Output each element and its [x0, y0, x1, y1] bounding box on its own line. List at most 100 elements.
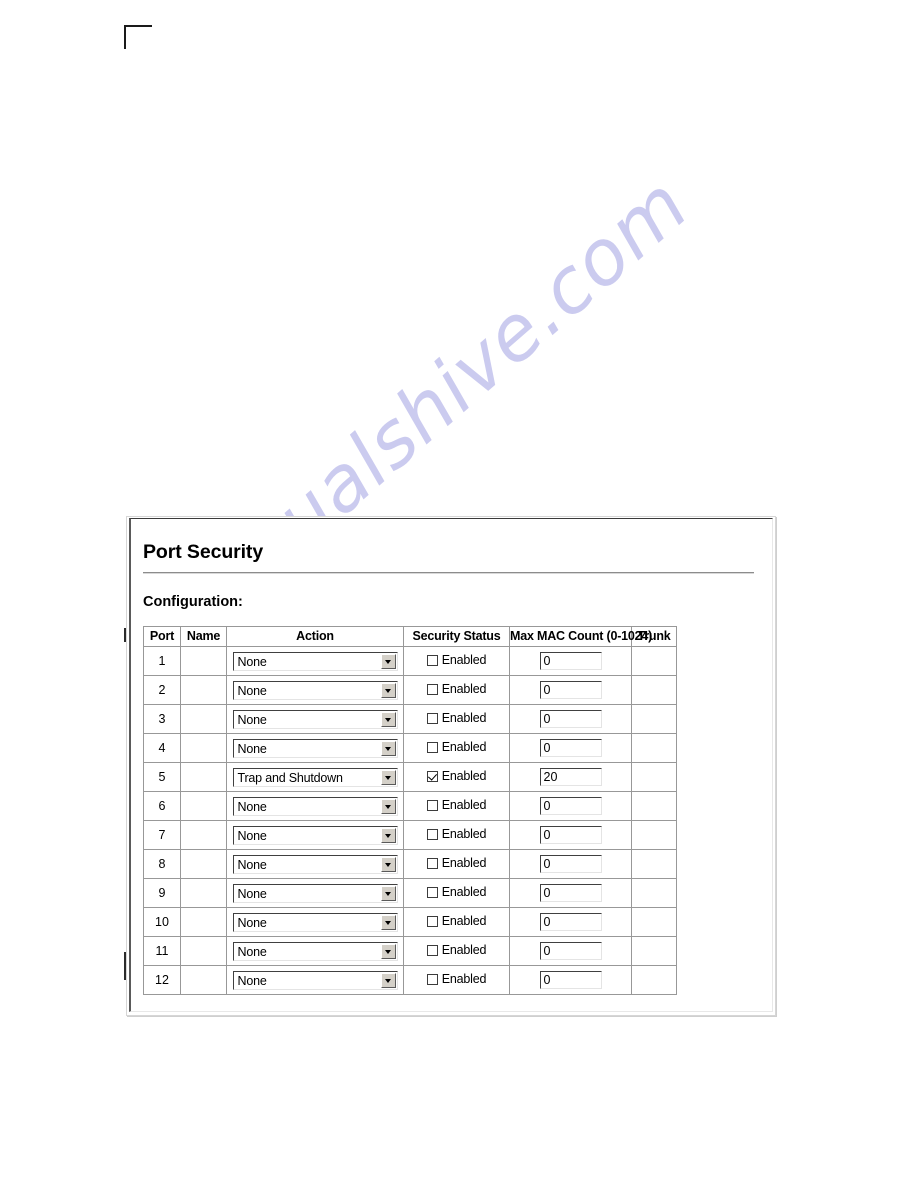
cell-security-status: Enabled — [403, 762, 510, 792]
checkbox-checked-icon[interactable] — [426, 770, 438, 782]
cell-name — [180, 936, 227, 966]
checkbox-unchecked-icon[interactable] — [426, 828, 438, 840]
checkbox-unchecked-icon[interactable] — [426, 857, 438, 869]
chevron-down-icon[interactable] — [380, 827, 396, 843]
cell-port: 1 — [143, 646, 181, 676]
security-status-checkbox-wrapper[interactable]: Enabled — [426, 914, 486, 928]
cell-name — [180, 907, 227, 937]
max-mac-count-input[interactable]: 0 — [539, 942, 602, 960]
chevron-down-icon[interactable] — [380, 798, 396, 814]
max-mac-count-input[interactable]: 0 — [539, 681, 602, 699]
security-status-label: Enabled — [441, 827, 487, 842]
security-status-checkbox-wrapper[interactable]: Enabled — [426, 653, 486, 667]
cell-trunk — [631, 965, 677, 995]
checkbox-unchecked-icon[interactable] — [426, 799, 438, 811]
max-mac-count-value: 0 — [543, 944, 551, 958]
action-select[interactable]: None — [232, 651, 398, 671]
checkbox-unchecked-icon[interactable] — [426, 741, 438, 753]
max-mac-count-input[interactable]: 20 — [539, 768, 602, 786]
action-select-value: None — [237, 799, 267, 814]
checkbox-unchecked-icon[interactable] — [426, 973, 438, 985]
action-select-value: None — [237, 857, 267, 872]
table-header-row: Port Name Action Security Status Max MAC… — [143, 626, 677, 647]
max-mac-count-input[interactable]: 0 — [539, 739, 602, 757]
action-select[interactable]: None — [232, 912, 398, 932]
security-status-label: Enabled — [441, 856, 487, 871]
action-select[interactable]: None — [232, 941, 398, 961]
max-mac-count-input[interactable]: 0 — [539, 797, 602, 815]
action-select[interactable]: None — [232, 970, 398, 990]
action-select[interactable]: None — [232, 883, 398, 903]
max-mac-count-value: 0 — [543, 712, 551, 726]
max-mac-count-input[interactable]: 0 — [539, 855, 602, 873]
security-status-label: Enabled — [441, 885, 487, 900]
chevron-down-icon[interactable] — [380, 885, 396, 901]
action-select[interactable]: None — [232, 854, 398, 874]
table-row: 1 None Enabled 0 — [143, 646, 677, 676]
security-status-checkbox-wrapper[interactable]: Enabled — [426, 856, 487, 871]
security-status-checkbox-wrapper[interactable]: Enabled — [426, 943, 486, 957]
cell-security-status: Enabled — [403, 849, 510, 879]
cell-name — [180, 965, 227, 995]
action-select[interactable]: None — [232, 825, 398, 845]
cell-port: 11 — [143, 936, 181, 966]
security-status-checkbox-wrapper[interactable]: Enabled — [426, 827, 487, 842]
cell-name — [180, 733, 227, 763]
chevron-down-icon[interactable] — [380, 682, 396, 698]
security-status-label: Enabled — [441, 798, 487, 813]
action-select-value: None — [237, 683, 267, 698]
action-select-value: None — [237, 886, 267, 901]
checkbox-unchecked-icon[interactable] — [426, 944, 438, 956]
action-select[interactable]: None — [232, 680, 398, 700]
table-row: 4 None Enabled 0 — [143, 733, 677, 763]
cell-port: 6 — [143, 791, 181, 821]
cell-port: 10 — [143, 907, 181, 937]
max-mac-count-input[interactable]: 0 — [539, 971, 602, 989]
max-mac-count-input[interactable]: 0 — [539, 652, 602, 670]
chevron-down-icon[interactable] — [380, 769, 396, 785]
max-mac-count-input[interactable]: 0 — [539, 913, 602, 931]
chevron-down-icon[interactable] — [380, 653, 396, 669]
security-status-checkbox-wrapper[interactable]: Enabled — [426, 885, 487, 900]
checkbox-unchecked-icon[interactable] — [426, 712, 438, 724]
security-status-checkbox-wrapper[interactable]: Enabled — [426, 972, 486, 986]
cell-max-mac-count: 0 — [509, 820, 632, 850]
max-mac-count-input[interactable]: 0 — [539, 826, 602, 844]
security-status-checkbox-wrapper[interactable]: Enabled — [426, 711, 486, 725]
table-row: 2 None Enabled 0 — [143, 675, 677, 705]
column-header-action: Action — [226, 626, 404, 647]
security-status-checkbox-wrapper[interactable]: Enabled — [426, 682, 486, 696]
max-mac-count-value: 20 — [543, 770, 558, 784]
action-select-value: None — [237, 915, 267, 930]
chevron-down-icon[interactable] — [380, 711, 396, 727]
chevron-down-icon[interactable] — [380, 943, 396, 959]
max-mac-count-input[interactable]: 0 — [539, 884, 602, 902]
cell-security-status: Enabled — [403, 675, 510, 705]
action-select[interactable]: None — [232, 796, 398, 816]
action-select[interactable]: Trap and Shutdown — [232, 767, 398, 787]
cell-port: 3 — [143, 704, 181, 734]
security-status-checkbox-wrapper[interactable]: Enabled — [426, 769, 487, 784]
max-mac-count-input[interactable]: 0 — [539, 710, 602, 728]
action-select[interactable]: None — [232, 738, 398, 758]
cell-port: 2 — [143, 675, 181, 705]
cell-name — [180, 878, 227, 908]
security-status-label: Enabled — [441, 769, 487, 784]
table-row: 9 None Enabled 0 — [143, 878, 677, 908]
checkbox-unchecked-icon[interactable] — [426, 886, 438, 898]
column-header-trunk: Trunk — [631, 626, 677, 647]
chevron-down-icon[interactable] — [380, 740, 396, 756]
cell-max-mac-count: 0 — [509, 936, 632, 966]
chevron-down-icon[interactable] — [380, 914, 396, 930]
checkbox-unchecked-icon[interactable] — [426, 683, 438, 695]
cell-security-status: Enabled — [403, 733, 510, 763]
checkbox-unchecked-icon[interactable] — [426, 654, 438, 666]
security-status-checkbox-wrapper[interactable]: Enabled — [426, 798, 487, 813]
panel-inner-frame: Port Security Configuration: Port Name A… — [129, 518, 773, 1012]
chevron-down-icon[interactable] — [380, 972, 396, 988]
action-select[interactable]: None — [232, 709, 398, 729]
security-status-checkbox-wrapper[interactable]: Enabled — [426, 740, 486, 754]
checkbox-unchecked-icon[interactable] — [426, 915, 438, 927]
max-mac-count-value: 0 — [543, 857, 551, 871]
chevron-down-icon[interactable] — [380, 856, 396, 872]
